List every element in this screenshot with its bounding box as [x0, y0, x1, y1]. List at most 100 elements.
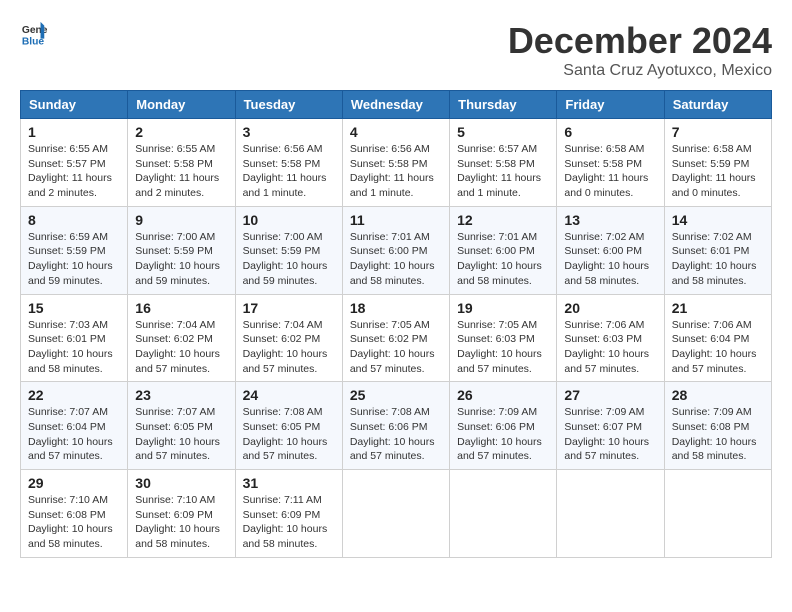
sunset-text: Sunset: 6:07 PM: [564, 420, 656, 435]
cell-content: Sunrise: 7:02 AMSunset: 6:01 PMDaylight:…: [672, 230, 764, 289]
title-area: December 2024 Santa Cruz Ayotuxco, Mexic…: [508, 20, 772, 80]
location-title: Santa Cruz Ayotuxco, Mexico: [508, 62, 772, 80]
day-number: 20: [564, 300, 656, 316]
calendar-cell: 9Sunrise: 7:00 AMSunset: 5:59 PMDaylight…: [128, 206, 235, 294]
calendar-cell: 17 Sunrise: 7:04 AMSunset: 6:02 PMDayligh…: [235, 294, 342, 382]
day-number: 27: [564, 387, 656, 403]
daylight-text: Daylight: 10 hours and 58 minutes.: [564, 259, 656, 288]
cell-content: Sunrise: 6:59 AMSunset: 5:59 PMDaylight:…: [28, 230, 120, 289]
sunrise-text: Sunrise: 7:09 AM: [457, 405, 549, 420]
calendar-cell: 22Sunrise: 7:07 AMSunset: 6:04 PMDayligh…: [21, 382, 128, 470]
daylight-text: Daylight: 10 hours and 57 minutes.: [350, 347, 442, 376]
cell-content: Sunrise: 7:01 AMSunset: 6:00 PMDaylight:…: [457, 230, 549, 289]
sunrise-text: Sunrise: 7:04 AM: [243, 318, 335, 333]
cell-content: Sunrise: 7:08 AMSunset: 6:06 PMDaylight:…: [350, 405, 442, 464]
cell-content: Sunrise: 7:02 AMSunset: 6:00 PMDaylight:…: [564, 230, 656, 289]
sunrise-text: Sunrise: 7:01 AM: [350, 230, 442, 245]
daylight-text: Daylight: 10 hours and 57 minutes.: [564, 435, 656, 464]
cell-content: Sunrise: 7:00 AMSunset: 5:59 PMDaylight:…: [243, 230, 335, 289]
daylight-text: Daylight: 10 hours and 58 minutes.: [28, 347, 120, 376]
sunrise-text: Sunrise: 7:01 AM: [457, 230, 549, 245]
sunrise-text: Sunrise: 7:02 AM: [672, 230, 764, 245]
sunrise-text: Sunrise: 6:56 AM: [243, 142, 335, 157]
sunrise-text: Sunrise: 7:05 AM: [350, 318, 442, 333]
sunset-text: Sunset: 5:59 PM: [135, 244, 227, 259]
calendar-cell: [664, 470, 771, 558]
calendar-cell: 15Sunrise: 7:03 AMSunset: 6:01 PMDayligh…: [21, 294, 128, 382]
calendar-week-row: 29 Sunrise: 7:10 AM Sunset: 6:08 PM Dayligh…: [21, 470, 772, 558]
day-number: 29: [28, 475, 120, 491]
sunrise-text: Sunrise: 7:07 AM: [135, 405, 227, 420]
calendar-cell: 30Sunrise: 7:10 AMSunset: 6:09 PMDayligh…: [128, 470, 235, 558]
calendar-cell: 14Sunrise: 7:02 AMSunset: 6:01 PMDayligh…: [664, 206, 771, 294]
sunrise-text: Sunrise: 7:11 AM: [243, 493, 335, 508]
sunset-text: Sunset: 6:05 PM: [135, 420, 227, 435]
sunrise-text: Sunrise: 7:10 AM: [135, 493, 227, 508]
calendar-cell: 4Sunrise: 6:56 AMSunset: 5:58 PMDaylight…: [342, 119, 449, 207]
sunset-text: Sunset: 6:02 PM: [243, 332, 335, 347]
calendar-cell: 16Sunrise: 7:04 AMSunset: 6:02 PMDayligh…: [128, 294, 235, 382]
day-number: 22: [28, 387, 120, 403]
sunset-text: Sunset: 6:08 PM: [28, 508, 120, 523]
daylight-text: Daylight: 10 hours and 57 minutes.: [135, 347, 227, 376]
calendar-week-row: 22Sunrise: 7:07 AMSunset: 6:04 PMDayligh…: [21, 382, 772, 470]
calendar-cell: 29Sunrise: 7:10 AMSunset: 6:08 PMDayligh…: [21, 470, 128, 558]
cell-content: Sunrise: 7:00 AMSunset: 5:59 PMDaylight:…: [135, 230, 227, 289]
calendar-cell: 31Sunrise: 7:11 AMSunset: 6:09 PMDayligh…: [235, 470, 342, 558]
calendar-cell: 7Sunrise: 6:58 AMSunset: 5:59 PMDaylight…: [664, 119, 771, 207]
sunrise-text: Sunrise: 7:06 AM: [672, 318, 764, 333]
sunrise-text: Sunrise: 7:03 AM: [28, 318, 120, 333]
day-number: 12: [457, 212, 549, 228]
calendar-cell: 11Sunrise: 7:01 AMSunset: 6:00 PMDayligh…: [342, 206, 449, 294]
day-number: 19: [457, 300, 549, 316]
daylight-text: Daylight: 10 hours and 58 minutes.: [135, 522, 227, 551]
sunrise-text: Sunrise: 7:09 AM: [564, 405, 656, 420]
sunrise-text: Sunrise: 6:55 AM: [135, 142, 227, 157]
sunset-text: Sunset: 6:04 PM: [672, 332, 764, 347]
daylight-text: Daylight: 10 hours and 58 minutes.: [672, 435, 764, 464]
calendar-cell: 6Sunrise: 6:58 AMSunset: 5:58 PMDaylight…: [557, 119, 664, 207]
day-number: 30: [135, 475, 227, 491]
day-number: 2: [135, 124, 227, 140]
sunset-text: Sunset: 6:04 PM: [28, 420, 120, 435]
col-saturday: Saturday: [664, 91, 771, 119]
sunset-text: Sunset: 6:01 PM: [672, 244, 764, 259]
sunrise-text: Sunrise: 7:08 AM: [350, 405, 442, 420]
daylight-text: Daylight: 10 hours and 57 minutes.: [350, 435, 442, 464]
day-number: 18: [350, 300, 442, 316]
calendar-cell: 5Sunrise: 6:57 AMSunset: 5:58 PMDaylight…: [450, 119, 557, 207]
day-number: 16: [135, 300, 227, 316]
day-number: 1: [28, 124, 120, 140]
sunset-text: Sunset: 6:02 PM: [135, 332, 227, 347]
cell-content: Sunrise: 7:05 AMSunset: 6:02 PMDaylight:…: [350, 318, 442, 377]
sunrise-text: Sunrise: 6:56 AM: [350, 142, 442, 157]
calendar-cell: 21Sunrise: 7:06 AMSunset: 6:04 PMDayligh…: [664, 294, 771, 382]
calendar-cell: 18 Sunrise: 7:05 AMSunset: 6:02 PMDayligh…: [342, 294, 449, 382]
sunset-text: Sunset: 5:58 PM: [135, 157, 227, 172]
daylight-text: Daylight: 10 hours and 59 minutes.: [28, 259, 120, 288]
day-number: 25: [350, 387, 442, 403]
sunrise-text: Sunrise: 6:58 AM: [564, 142, 656, 157]
daylight-text: Daylight: 10 hours and 57 minutes.: [135, 435, 227, 464]
daylight-text: Daylight: 11 hours and 2 minutes.: [135, 171, 227, 200]
sunrise-text: Sunrise: 7:00 AM: [243, 230, 335, 245]
cell-content: Sunrise: 6:58 AMSunset: 5:59 PMDaylight:…: [672, 142, 764, 201]
daylight-text: Daylight: 10 hours and 57 minutes.: [243, 435, 335, 464]
calendar-cell: 19Sunrise: 7:05 AMSunset: 6:03 PMDayligh…: [450, 294, 557, 382]
day-number: 17: [243, 300, 335, 316]
day-number: 3: [243, 124, 335, 140]
cell-content: Sunrise: 7:09 AMSunset: 6:06 PMDaylight:…: [457, 405, 549, 464]
sunset-text: Sunset: 6:06 PM: [457, 420, 549, 435]
sunset-text: Sunset: 6:01 PM: [28, 332, 120, 347]
sunset-text: Sunset: 5:58 PM: [350, 157, 442, 172]
col-friday: Friday: [557, 91, 664, 119]
calendar-week-row: 15Sunrise: 7:03 AMSunset: 6:01 PMDayligh…: [21, 294, 772, 382]
cell-content: Sunrise: 7:04 AMSunset: 6:02 PMDaylight:…: [243, 318, 335, 377]
day-number: 6: [564, 124, 656, 140]
sunset-text: Sunset: 5:58 PM: [564, 157, 656, 172]
sunrise-text: Sunrise: 7:07 AM: [28, 405, 120, 420]
day-number: 23: [135, 387, 227, 403]
day-number: 24: [243, 387, 335, 403]
cell-content: Sunrise: 6:57 AMSunset: 5:58 PMDaylight:…: [457, 142, 549, 201]
sunset-text: Sunset: 5:58 PM: [457, 157, 549, 172]
